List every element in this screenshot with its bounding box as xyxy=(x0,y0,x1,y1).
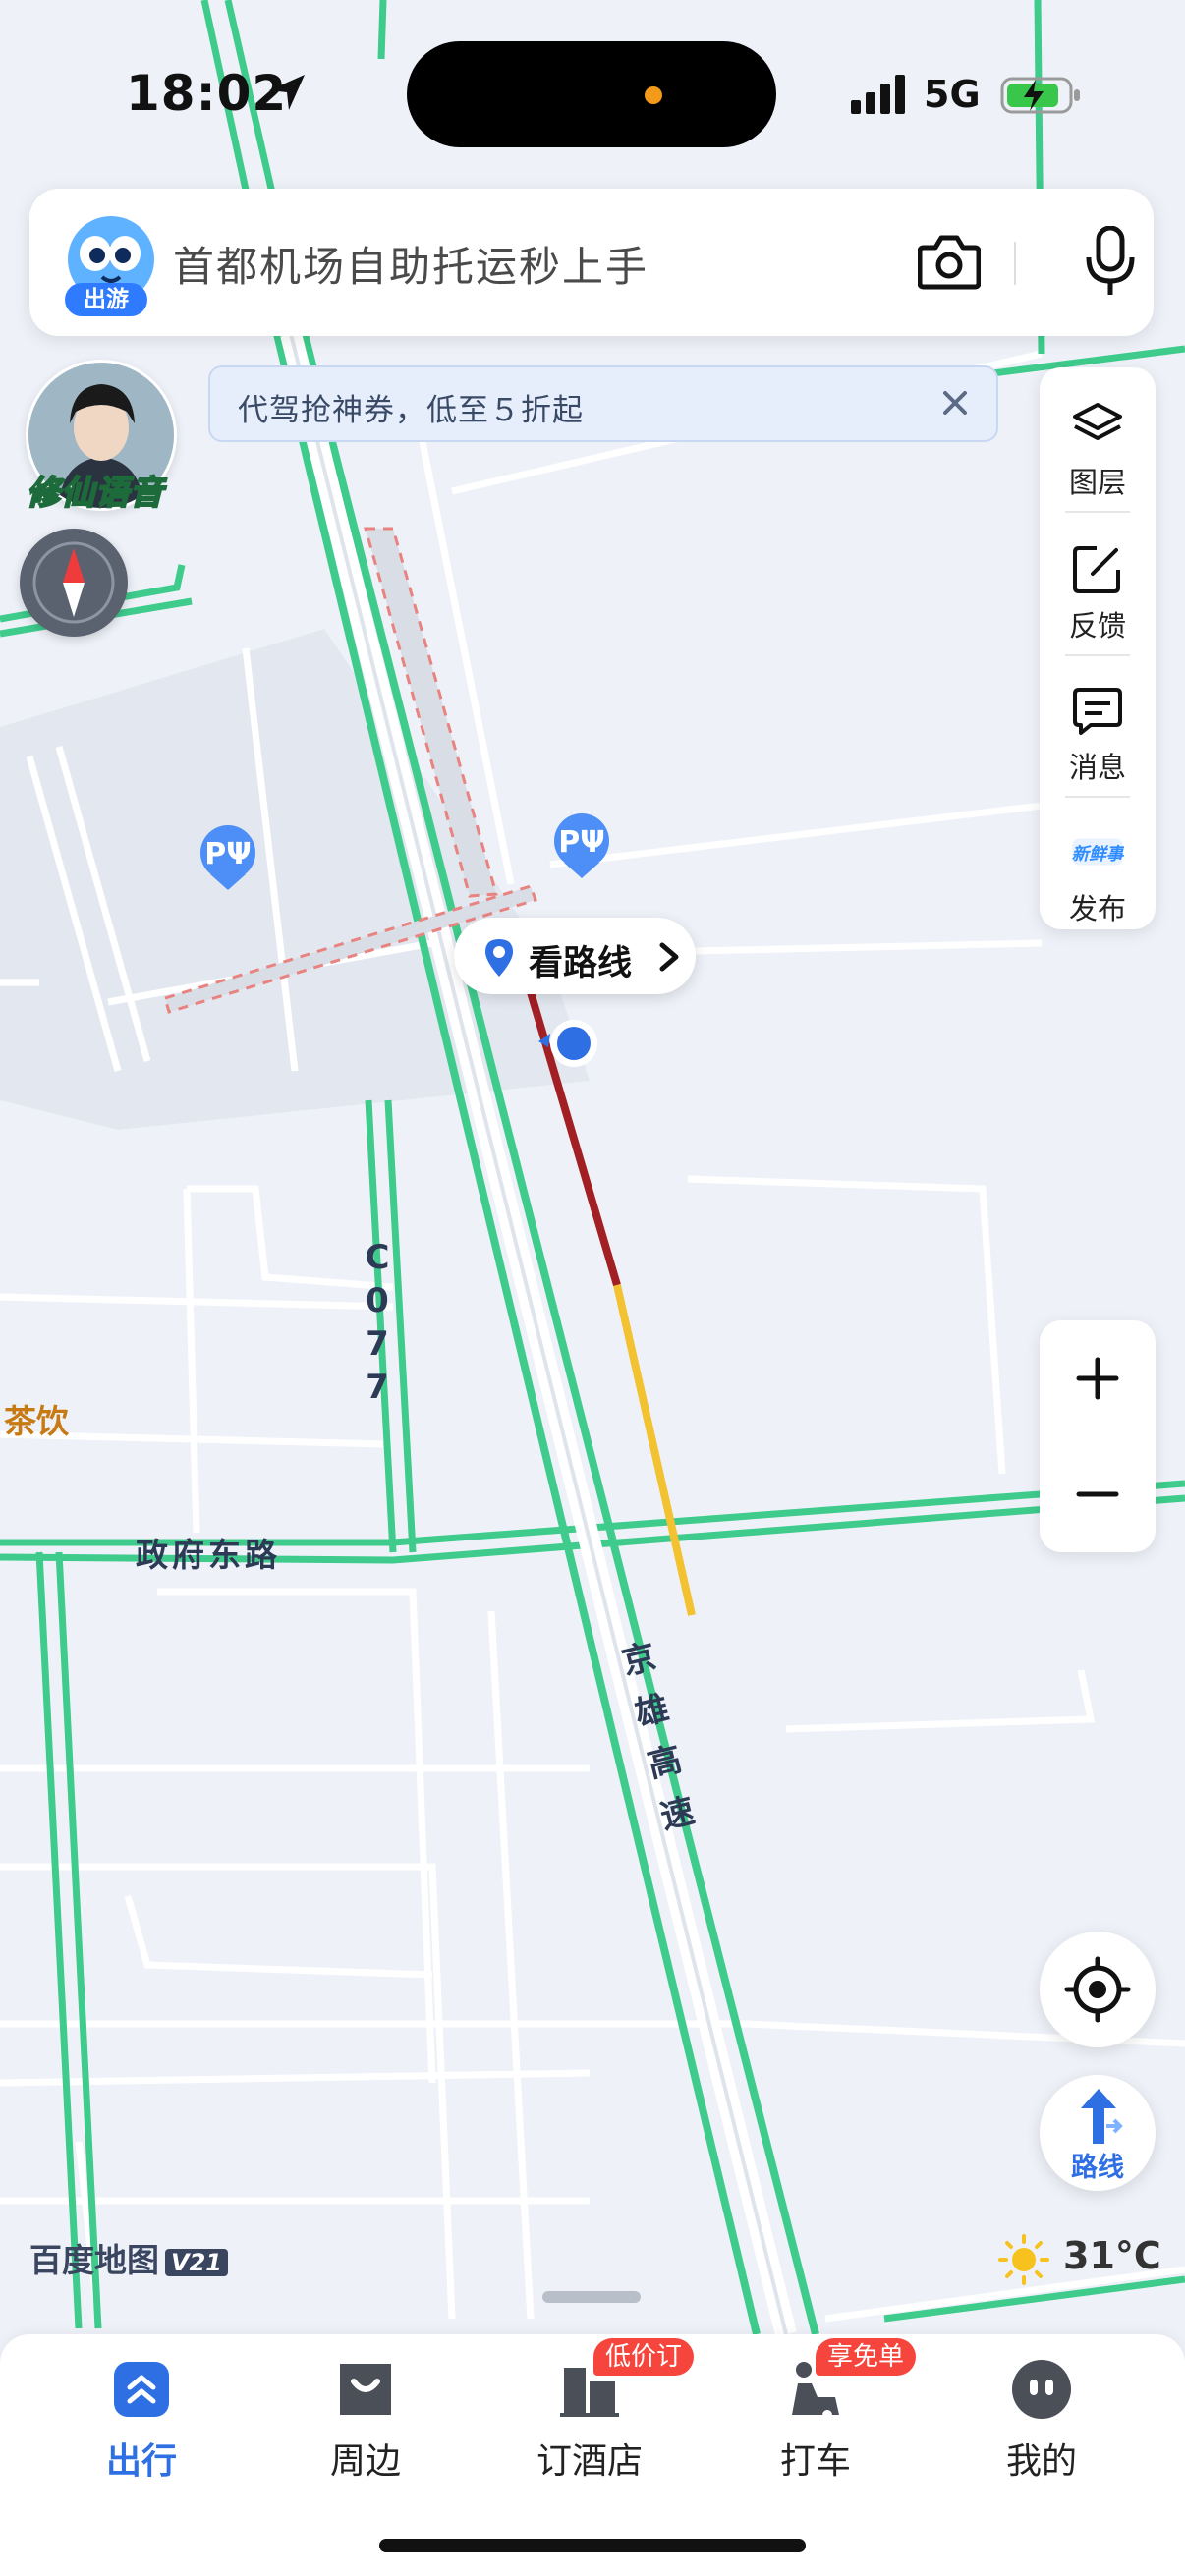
road-label-char: C xyxy=(365,1238,390,1277)
compass-button[interactable] xyxy=(20,529,128,637)
publish-icon-art: 新鲜事 xyxy=(1072,844,1124,865)
main-roads xyxy=(0,0,1185,2329)
layers-icon xyxy=(1073,403,1122,440)
feedback-icon xyxy=(1073,546,1120,593)
publish-button[interactable]: 新鲜事 发布 xyxy=(1040,804,1156,931)
zoom-control xyxy=(1040,1320,1156,1552)
route-label: 路线 xyxy=(1071,2153,1124,2183)
signal-icon xyxy=(851,75,905,114)
message-label: 消息 xyxy=(1068,751,1126,784)
promo-text[interactable]: 代驾抢神券，低至５折起 xyxy=(238,385,584,429)
road-label-char: 7 xyxy=(366,1324,389,1364)
search-bar[interactable]: 出游 首都机场自助托运秒上手 xyxy=(29,189,1154,336)
dynamic-island xyxy=(407,41,776,147)
zoom-in-button[interactable] xyxy=(1040,1320,1156,1436)
search-divider xyxy=(1014,242,1016,285)
voice-pack-label[interactable]: 修仙语音 xyxy=(22,466,169,514)
drawer-handle[interactable] xyxy=(542,2291,641,2303)
road-label-char: 0 xyxy=(366,1281,389,1320)
minor-roads xyxy=(0,350,1185,2323)
nav-profile[interactable]: 我的 xyxy=(953,2334,1130,2511)
crosshair-icon xyxy=(1064,1956,1131,2023)
feedback-label: 反馈 xyxy=(1068,609,1126,643)
view-route-callout[interactable]: 看路线 xyxy=(454,918,696,994)
tool-divider xyxy=(1065,654,1130,656)
layers-button[interactable]: 图层 xyxy=(1040,377,1156,505)
status-time: 18:02 xyxy=(126,65,288,122)
road-label-char: 7 xyxy=(366,1368,389,1407)
message-button[interactable]: 消息 xyxy=(1040,662,1156,790)
version-badge: V21 xyxy=(165,2248,228,2276)
map-tool-panel: 图层 反馈 消息 新鲜事 发布 xyxy=(1040,367,1156,929)
home-indicator xyxy=(379,2539,806,2552)
mascot-tag: 出游 xyxy=(65,283,147,316)
taxi-promo-badge: 享免单 xyxy=(816,2338,917,2376)
feedback-button[interactable]: 反馈 xyxy=(1040,521,1156,648)
svg-text:PΨ: PΨ xyxy=(204,837,251,871)
route-arrow-icon xyxy=(1081,2089,1123,2144)
route-button[interactable]: 路线 xyxy=(1040,2075,1156,2191)
layers-label: 图层 xyxy=(1068,466,1126,499)
locate-me-button[interactable] xyxy=(1040,1932,1156,2047)
promo-banner[interactable]: 代驾抢神券，低至５折起 xyxy=(208,365,998,442)
network-type: 5G xyxy=(924,73,981,116)
poi-tea-label[interactable]: 茶饮 xyxy=(4,1395,69,1442)
zoom-out-button[interactable] xyxy=(1040,1436,1156,1552)
recording-indicator xyxy=(645,86,662,104)
search-input[interactable]: 首都机场自助托运秒上手 xyxy=(173,234,649,294)
microphone-icon[interactable] xyxy=(1083,226,1138,297)
nav-nearby-label: 周边 xyxy=(329,2441,401,2482)
sun-icon xyxy=(998,2234,1049,2285)
restaurant-poi-icon: PΨ xyxy=(554,813,609,878)
tool-divider xyxy=(1065,511,1130,513)
svg-text:PΨ: PΨ xyxy=(558,825,604,860)
road-label-c077: C 0 7 7 xyxy=(358,1236,397,1409)
location-pin-icon xyxy=(485,939,513,977)
hotel-promo-badge: 低价订 xyxy=(593,2338,695,2376)
publish-icon: 新鲜事 xyxy=(1072,838,1124,866)
logo-text: 百度地图 xyxy=(29,2241,159,2279)
nav-taxi-label: 打车 xyxy=(779,2441,851,2482)
nav-nearby[interactable]: 周边 xyxy=(277,2334,454,2511)
nav-travel-label: 出行 xyxy=(105,2441,177,2482)
chevron-right-icon xyxy=(659,942,679,972)
publish-label: 发布 xyxy=(1068,892,1126,925)
camera-icon[interactable] xyxy=(918,232,981,291)
nav-travel[interactable]: 出行 xyxy=(53,2334,230,2511)
temperature: 31°C xyxy=(1063,2234,1161,2277)
baidu-map-logo: 百度地图 V21 xyxy=(29,2234,228,2281)
nav-profile-label: 我的 xyxy=(1005,2441,1077,2482)
battery-charging-icon xyxy=(1000,77,1080,114)
close-icon[interactable] xyxy=(935,383,975,422)
message-icon xyxy=(1073,688,1122,735)
tool-divider xyxy=(1065,796,1130,798)
nearby-icon xyxy=(340,2364,391,2415)
profile-icon xyxy=(1012,2360,1071,2419)
travel-icon xyxy=(114,2362,169,2417)
weather-widget[interactable]: 31°C xyxy=(998,2230,1165,2289)
compass-icon xyxy=(32,541,115,624)
traffic-yellow-segment xyxy=(613,1284,696,1616)
nav-hotel-label: 订酒店 xyxy=(536,2441,643,2482)
road-label-zhengfu-east: 政府东路 xyxy=(136,1536,281,1574)
location-arrow-icon xyxy=(269,75,305,110)
view-route-label[interactable]: 看路线 xyxy=(529,935,632,985)
